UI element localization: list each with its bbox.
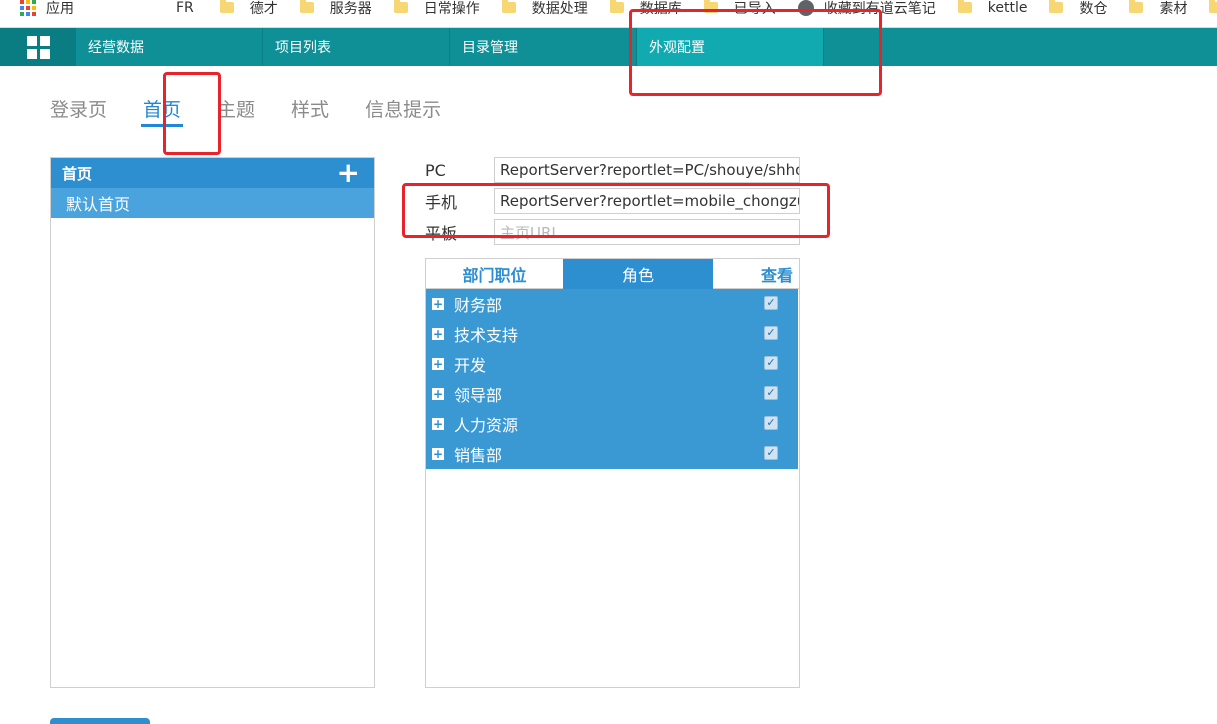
bookmark-fr[interactable]: FR [176, 0, 194, 22]
plus-icon[interactable]: + [337, 159, 360, 187]
tree-row[interactable]: + 技术支持 ✓ [426, 319, 798, 349]
tab-department-position[interactable]: 部门职位 [426, 259, 563, 289]
bookmark-decai[interactable]: 德才 [219, 0, 278, 22]
bookmark-data-processing[interactable]: 数据处理 [501, 0, 588, 22]
pc-url-row: PC ReportServer?reportlet=PC/shouye/shho… [425, 157, 800, 183]
folder-icon [1049, 0, 1064, 13]
folder-icon [957, 0, 972, 13]
nav-item-project-list[interactable]: 项目列表 [263, 28, 450, 66]
expand-icon[interactable]: + [432, 358, 444, 370]
folder-icon [393, 0, 408, 13]
bookmark-server[interactable]: 服务器 [299, 0, 372, 22]
folder-icon [501, 0, 516, 13]
tree-row[interactable]: + 领导部 ✓ [426, 379, 798, 409]
tree-label: 销售部 [454, 446, 503, 465]
checkbox[interactable]: ✓ [764, 356, 778, 370]
annotation-box [402, 183, 830, 238]
list-item[interactable]: 默认首页 [51, 188, 374, 218]
homepage-list-title: 首页 [62, 164, 93, 183]
annotation-box [629, 9, 882, 96]
tree-label: 技术支持 [454, 326, 519, 345]
homepage-list-panel: 首页 + 默认首页 [50, 157, 375, 688]
checkbox[interactable]: ✓ [764, 386, 778, 400]
bookmark-apps[interactable]: 应用 [20, 0, 74, 22]
checkbox[interactable]: ✓ [764, 446, 778, 460]
folder-icon [299, 0, 314, 13]
nav-item-business-data[interactable]: 经营数据 [76, 28, 263, 66]
checkbox[interactable]: ✓ [764, 416, 778, 430]
bookmark-kettle[interactable]: kettle [957, 0, 1028, 22]
bookmark-assets[interactable]: 素材 [1129, 0, 1187, 22]
tab-role[interactable]: 角色 [563, 259, 713, 289]
bookmark-warehouse[interactable]: 数仓 [1049, 0, 1107, 22]
folder-icon [609, 0, 624, 13]
annotation-box [163, 72, 221, 155]
homepage-list-header: 首页 + [51, 158, 374, 188]
expand-icon[interactable]: + [432, 448, 444, 460]
save-button[interactable] [50, 718, 150, 724]
view-button[interactable]: 查看 [713, 259, 799, 289]
tree-label: 财务部 [454, 296, 503, 315]
tree-row[interactable]: + 销售部 ✓ [426, 439, 798, 469]
pc-url-field[interactable]: ReportServer?reportlet=PC/shouye/shho... [494, 157, 800, 183]
tree-row[interactable]: + 财务部 ✓ [426, 289, 798, 319]
bookmarks-bar: 应用 FR 德才 服务器 日常操作 数据处理 数据库 已导入 收藏到有道云笔记 … [0, 0, 1217, 28]
bookmark-label: 数仓 [1079, 0, 1108, 17]
folder-icon [1129, 0, 1144, 13]
bookmark-label: 应用 [46, 0, 74, 17]
bookmark-pa[interactable]: pa [1209, 0, 1217, 22]
permission-panel: 部门职位 角色 查看 + 财务部 ✓ + 技术支持 ✓ + 开发 ✓ + 领导部… [425, 258, 800, 688]
bookmark-label: FR [176, 0, 194, 16]
bookmark-label: 德才 [249, 0, 278, 17]
tab-login-page[interactable]: 登录页 [50, 95, 107, 127]
tree-label: 人力资源 [454, 416, 519, 435]
permission-tabs: 部门职位 角色 查看 [426, 259, 799, 289]
tree-row[interactable]: + 人力资源 ✓ [426, 409, 798, 439]
bookmark-label: kettle [987, 0, 1028, 16]
apps-icon [20, 0, 36, 16]
bookmark-daily-ops[interactable]: 日常操作 [393, 0, 480, 22]
pc-label: PC [425, 160, 446, 180]
bookmark-label: 日常操作 [423, 0, 480, 17]
appearance-subtabs: 登录页 首页 主题 样式 信息提示 [50, 95, 477, 127]
bookmark-label: 素材 [1159, 0, 1188, 17]
expand-icon[interactable]: + [432, 388, 444, 400]
bookmark-label: 服务器 [329, 0, 372, 17]
nav-item-directory-management[interactable]: 目录管理 [450, 28, 637, 66]
expand-icon[interactable]: + [432, 418, 444, 430]
checkbox[interactable]: ✓ [764, 296, 778, 310]
folder-icon [219, 0, 234, 13]
department-tree: + 财务部 ✓ + 技术支持 ✓ + 开发 ✓ + 领导部 ✓ + 人力资源 ✓… [426, 289, 799, 469]
tab-style[interactable]: 样式 [291, 95, 329, 127]
expand-icon[interactable]: + [432, 298, 444, 310]
tree-row[interactable]: + 开发 ✓ [426, 349, 798, 379]
folder-icon [1209, 0, 1217, 13]
top-navigation: 经营数据 项目列表 目录管理 外观配置 [0, 28, 1217, 66]
bookmark-label: 数据处理 [531, 0, 588, 17]
tree-label: 领导部 [454, 386, 503, 405]
grid-icon [26, 35, 50, 59]
tab-info-tips[interactable]: 信息提示 [365, 95, 441, 127]
tab-theme[interactable]: 主题 [217, 95, 255, 127]
expand-icon[interactable]: + [432, 328, 444, 340]
home-menu-button[interactable] [0, 28, 76, 66]
tree-label: 开发 [454, 356, 487, 375]
checkbox[interactable]: ✓ [764, 326, 778, 340]
